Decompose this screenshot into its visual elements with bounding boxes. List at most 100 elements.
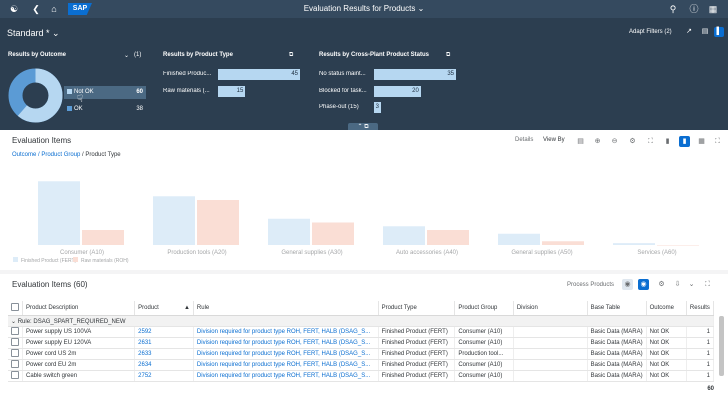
chart-bar[interactable] — [498, 233, 540, 245]
table-cell[interactable]: 2634 — [134, 359, 194, 371]
chart-bar[interactable] — [153, 196, 195, 245]
row-checkbox[interactable] — [8, 370, 23, 382]
bar-finished-product[interactable]: 45 — [218, 69, 300, 80]
row-checkbox[interactable] — [8, 359, 23, 371]
app-title[interactable]: Evaluation Results for Products ⌄ — [0, 0, 728, 18]
mouse-cursor-icon: ☟ — [77, 94, 84, 105]
outcome-donut-chart[interactable] — [8, 68, 63, 123]
table-cell[interactable]: 2633 — [134, 348, 194, 360]
chart-legend-label[interactable]: Raw materials (ROH) — [81, 258, 129, 264]
row-checkbox[interactable] — [8, 348, 23, 360]
chart-bar[interactable] — [613, 243, 655, 245]
chart-bar[interactable] — [268, 218, 310, 245]
hide-icon[interactable]: ◉ — [638, 279, 649, 290]
fullscreen-icon[interactable]: ⛶ — [645, 136, 656, 147]
column-header[interactable]: Product Group — [454, 301, 514, 316]
column-header[interactable]: Rule — [193, 301, 379, 316]
process-products-button[interactable]: Process Products — [567, 282, 614, 288]
zoom-out-icon[interactable]: ⊖ — [609, 136, 620, 147]
fullscreen-icon[interactable]: ⛶ — [702, 279, 713, 290]
table-row[interactable]: Power cord EU 2m 2634 Division required fo… — [8, 359, 715, 371]
row-checkbox[interactable] — [8, 326, 23, 338]
table-cell[interactable]: Division required for product type ROH, … — [193, 326, 379, 338]
export-icon[interactable]: ⇩ — [672, 279, 683, 290]
chart-bar[interactable] — [542, 241, 584, 245]
adapt-filters-button[interactable]: Adapt Filters (2) — [629, 29, 672, 35]
table-cell: Not OK — [646, 359, 687, 371]
chart-bar[interactable] — [383, 226, 425, 245]
product-type-bar[interactable]: Finished Produc... 45 — [163, 69, 303, 80]
table-cell: Power cord EU 2m — [22, 359, 136, 371]
table-view-icon[interactable]: ▦ — [696, 136, 707, 147]
table-scrollbar[interactable] — [719, 316, 724, 376]
table-cell[interactable]: Division required for product type ROH, … — [193, 359, 379, 371]
table-cell[interactable]: Division required for product type ROH, … — [193, 348, 379, 360]
details-button[interactable]: Details — [515, 137, 533, 143]
chart-bar[interactable] — [82, 230, 124, 245]
chevron-down-icon[interactable]: ⌄ — [124, 52, 129, 59]
expand-icon[interactable]: ⧉ — [289, 52, 293, 59]
column-header[interactable]: Outcome — [646, 301, 687, 316]
table-cell[interactable]: Division required for product type ROH, … — [193, 337, 379, 349]
column-header[interactable]: Results — [686, 301, 715, 316]
legend-icon[interactable]: ▤ — [575, 136, 586, 147]
chart-bar[interactable] — [312, 222, 354, 246]
help-icon[interactable]: ⓘ — [688, 3, 700, 15]
bar-no-status[interactable]: 35 — [374, 69, 456, 80]
table-cell[interactable]: 2631 — [134, 337, 194, 349]
chart-view-icon[interactable]: ▮ — [679, 136, 690, 147]
group-header-row[interactable]: ⌄ Rule: DSAG_SPART_REQUIRED_NEW — [8, 315, 714, 327]
cross-plant-bar[interactable]: Blocked for task... 20 — [319, 86, 459, 97]
bar-blocked[interactable]: 20 — [374, 86, 421, 97]
view-by-button[interactable]: View By — [543, 137, 565, 143]
table-row[interactable]: Power supply US 100VA 2592 Division requir… — [8, 326, 715, 338]
bar-phase-out[interactable]: 3 — [374, 102, 382, 113]
column-header[interactable]: Product Description — [22, 301, 136, 316]
apps-icon[interactable]: ▦ — [707, 3, 719, 15]
product-type-card-title: Results by Product Type — [163, 52, 233, 58]
column-header[interactable]: Product ▲ — [134, 301, 194, 316]
table-row[interactable]: Power cord US 2m 2633 Division required fo… — [8, 348, 715, 360]
settings-icon[interactable]: ⚙ — [627, 136, 638, 147]
column-header[interactable]: Product Type — [378, 301, 456, 316]
expand-icon[interactable]: ⧉ — [446, 52, 450, 59]
table-cell[interactable]: Division required for product type ROH, … — [193, 370, 379, 382]
view-icon[interactable]: ◉ — [622, 279, 633, 290]
variant-selector[interactable]: Standard * ⌄ — [7, 28, 60, 39]
cross-plant-bar[interactable]: No status maint... 35 — [319, 69, 459, 80]
chart-legend-label[interactable]: Finished Product (FERT) — [21, 258, 77, 264]
cross-plant-bar[interactable]: Phase-out (15) 3 — [319, 102, 459, 113]
legend-item-ok[interactable]: OK 38 — [67, 106, 143, 112]
legend-swatch — [67, 89, 72, 94]
chart-type-icon[interactable]: ▮ — [662, 136, 673, 147]
table-cell[interactable]: 2752 — [134, 370, 194, 382]
breadcrumb-link[interactable]: Outcome / Product Group — [12, 152, 80, 158]
table-cell[interactable]: 2592 — [134, 326, 194, 338]
bar-raw-materials[interactable]: 15 — [218, 86, 246, 97]
table-row[interactable]: Cable switch green 2752 Division required … — [8, 370, 715, 382]
chevron-down-icon[interactable]: ⌄ — [11, 319, 16, 325]
table-row[interactable]: Power supply EU 120VA 2631 Division requir… — [8, 337, 715, 349]
row-checkbox[interactable] — [8, 337, 23, 349]
chart-legend-swatch — [13, 257, 18, 262]
visual-filter-icon[interactable]: ▌ — [714, 27, 724, 37]
zoom-in-icon[interactable]: ⊕ — [592, 136, 603, 147]
product-type-bar[interactable]: Raw materials (... 15 — [163, 86, 303, 97]
chart-bar[interactable] — [197, 200, 239, 245]
column-header[interactable]: Division — [513, 301, 588, 316]
settings-icon[interactable]: ⚙ — [656, 279, 667, 290]
select-all-checkbox[interactable] — [8, 301, 23, 316]
chevron-down-icon[interactable]: ⌄ — [686, 279, 697, 290]
table-cell: Power cord US 2m — [22, 348, 136, 360]
compact-view-icon[interactable]: ▤ — [700, 27, 710, 37]
share-icon[interactable]: ↗ — [684, 27, 694, 37]
maximize-icon[interactable]: ⛶ — [712, 136, 723, 147]
chart-bar[interactable] — [657, 245, 699, 246]
chart-bar[interactable] — [427, 230, 469, 245]
sort-icon[interactable]: ▲ — [184, 305, 190, 311]
search-icon[interactable]: ⚲ — [667, 3, 679, 15]
table-cell: 1 — [686, 370, 715, 382]
evaluation-bar-chart[interactable]: Consumer (A10) Production tools (A20) Gene… — [8, 165, 718, 265]
column-header[interactable]: Base Table — [587, 301, 647, 316]
chart-bar[interactable] — [38, 181, 80, 245]
